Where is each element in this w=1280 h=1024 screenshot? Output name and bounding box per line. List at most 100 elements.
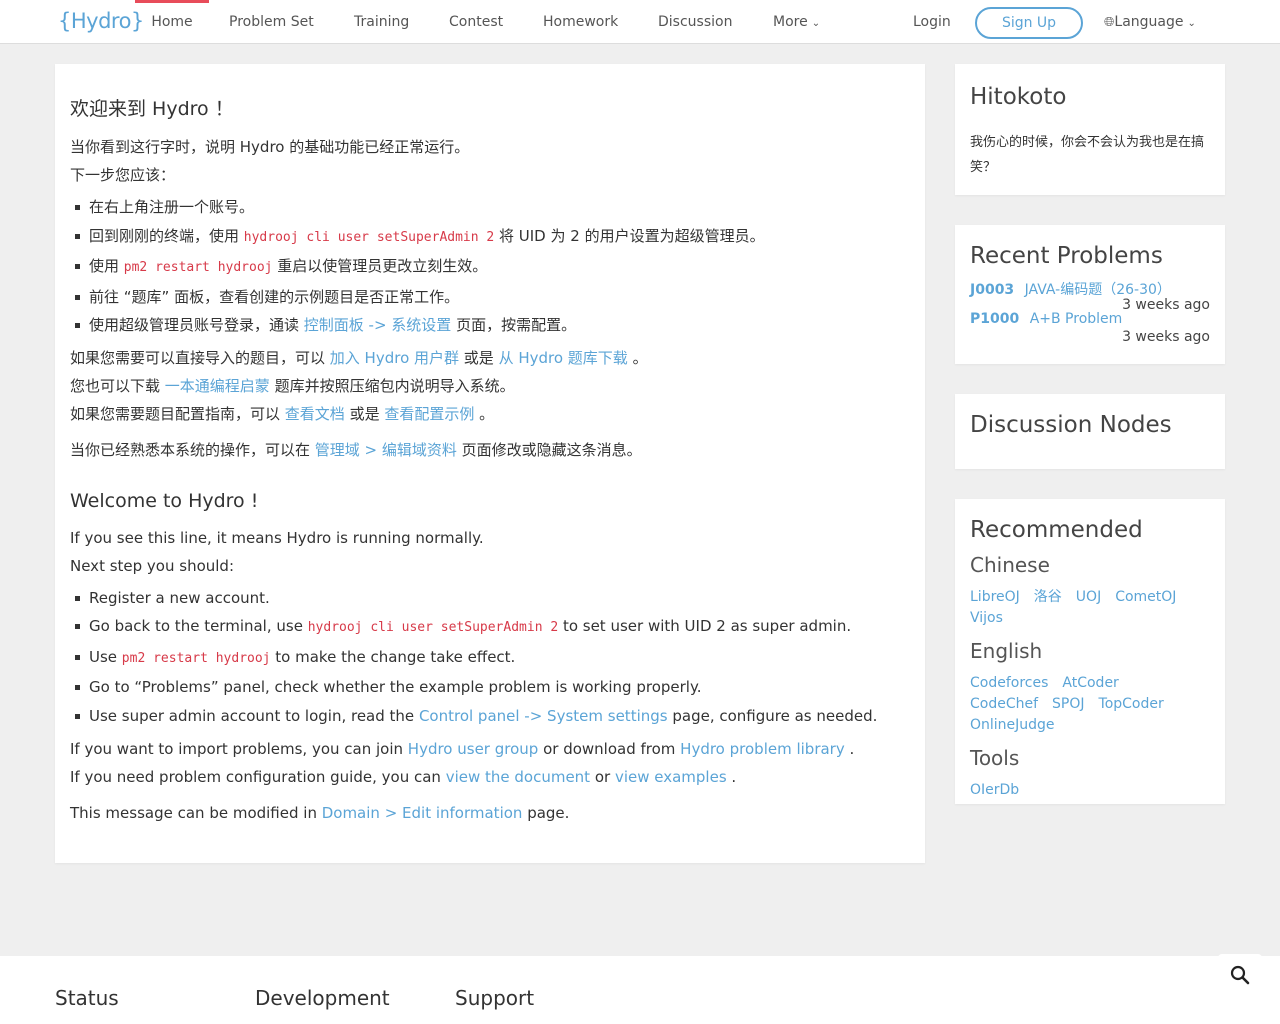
en-modify-text: This message can be modified in Domain >… bbox=[70, 803, 570, 822]
en-intro: If you see this line, it means Hydro is … bbox=[70, 528, 484, 547]
list-item: Go back to the terminal, use hydrooj cli… bbox=[74, 612, 910, 643]
search-icon bbox=[1230, 965, 1250, 985]
list-item: Use super admin account to login, read t… bbox=[74, 702, 910, 731]
language-label: Language bbox=[1114, 14, 1184, 30]
code-snippet: pm2 restart hydrooj bbox=[121, 650, 271, 666]
chevron-down-icon: ⌄ bbox=[1187, 18, 1196, 29]
recommended-tools-heading: Tools bbox=[970, 746, 1020, 770]
nav-training[interactable]: Training bbox=[354, 0, 409, 44]
zh-import-text: 如果您需要可以直接导入的题目，可以 加入 Hydro 用户群 或是 从 Hydr… bbox=[70, 348, 648, 367]
recent-problems-card: Recent Problems J0003 JAVA-编码题（26-30） 3 … bbox=[955, 225, 1225, 364]
link-vijos[interactable]: Vijos bbox=[970, 608, 1003, 629]
link-onlinejudge[interactable]: OnlineJudge bbox=[970, 715, 1055, 736]
discussion-nodes-title: Discussion Nodes bbox=[970, 412, 1172, 438]
footer: Status Development Support bbox=[0, 956, 1280, 1024]
view-docs-link[interactable]: 查看文档 bbox=[285, 405, 345, 423]
list-item: 使用超级管理员账号登录，通读 控制面板 -> 系统设置 页面，按需配置。 bbox=[74, 311, 910, 340]
discussion-nodes-card: Discussion Nodes bbox=[955, 394, 1225, 469]
link-codechef[interactable]: CodeChef bbox=[970, 694, 1038, 715]
list-item: 回到刚刚的终端，使用 hydrooj cli user setSuperAdmi… bbox=[74, 222, 910, 253]
control-panel-link[interactable]: Control panel -> System settings bbox=[419, 707, 668, 725]
recommended-english-links: Codeforces AtCoder CodeChef SPOJ TopCoder Onl… bbox=[970, 673, 1210, 736]
hydro-logo[interactable]: {Hydro} bbox=[58, 9, 144, 33]
recommended-english-heading: English bbox=[970, 639, 1043, 663]
link-oierdb[interactable]: OIerDb bbox=[970, 780, 1019, 801]
zh-welcome-title: 欢迎来到 Hydro ！ bbox=[70, 98, 234, 120]
nav-discussion[interactable]: Discussion bbox=[658, 0, 732, 44]
nav-contest[interactable]: Contest bbox=[449, 0, 503, 44]
code-snippet: hydrooj cli user setSuperAdmin 2 bbox=[307, 620, 559, 635]
domain-edit-info-link[interactable]: Domain > Edit information bbox=[322, 804, 523, 822]
zh-steps-list: 在右上角注册一个账号。 回到刚刚的终端，使用 hydrooj cli user … bbox=[74, 193, 910, 340]
en-next-step: Next step you should: bbox=[70, 556, 235, 575]
zh-download-text: 您也可以下载 一本通编程启蒙 题库并按照压缩包内说明导入系统。 bbox=[70, 376, 515, 395]
problem-id[interactable]: J0003 bbox=[970, 282, 1014, 298]
recommended-card: Recommended Chinese LibreOJ 洛谷 UOJ CometOJ V… bbox=[955, 499, 1225, 804]
code-snippet: pm2 restart hydrooj bbox=[123, 260, 273, 275]
en-import-text: If you want to import problems, you can … bbox=[70, 739, 855, 758]
link-atcoder[interactable]: AtCoder bbox=[1062, 673, 1118, 694]
globe-icon: 🌐︎ bbox=[1104, 15, 1115, 30]
zh-next-step: 下一步您应该： bbox=[70, 166, 176, 184]
list-item: 前往 “题库” 面板，查看创建的示例题目是否正常工作。 bbox=[74, 283, 910, 312]
hitokoto-quote: 我伤心的时候，你会不会认为我也是在搞笑？ bbox=[970, 135, 1205, 175]
chevron-down-icon: ⌄ bbox=[811, 18, 821, 29]
code-snippet: hydrooj cli user setSuperAdmin 2 bbox=[243, 229, 495, 245]
welcome-panel: 欢迎来到 Hydro ！ 当你看到这行字时，说明 Hydro 的基础功能已经正常… bbox=[55, 64, 925, 863]
problem-row[interactable]: P1000 A+B Problem 3 weeks ago bbox=[970, 311, 1210, 345]
problem-title[interactable]: A+B Problem bbox=[1030, 311, 1123, 327]
system-settings-link[interactable]: 控制面板 -> 系统设置 bbox=[304, 316, 452, 334]
link-libreoj[interactable]: LibreOJ bbox=[970, 587, 1020, 608]
sign-up-button[interactable]: Sign Up bbox=[975, 7, 1083, 39]
list-item: Register a new account. bbox=[74, 584, 910, 613]
login-link[interactable]: Login bbox=[913, 0, 951, 44]
recent-problems-title: Recent Problems bbox=[970, 243, 1163, 269]
en-guide-text: If you need problem configuration guide,… bbox=[70, 767, 737, 786]
list-item: 使用 pm2 restart hydrooj 重启以使管理员更改立刻生效。 bbox=[74, 252, 910, 283]
link-spoj[interactable]: SPOJ bbox=[1052, 694, 1084, 715]
list-item: 在右上角注册一个账号。 bbox=[74, 193, 910, 222]
link-uoj[interactable]: UOJ bbox=[1076, 587, 1101, 608]
en-welcome-title: Welcome to Hydro ! bbox=[70, 489, 259, 512]
zh-modify-text: 当你已经熟悉本系统的操作，可以在 管理域 > 编辑域资料 页面修改或隐藏这条消息… bbox=[70, 440, 642, 459]
view-document-link[interactable]: view the document bbox=[446, 768, 590, 786]
nav-problem-set[interactable]: Problem Set bbox=[229, 0, 314, 44]
zh-intro: 当你看到这行字时，说明 Hydro 的基础功能已经正常运行。 bbox=[70, 138, 470, 156]
download-library-link[interactable]: 从 Hydro 题库下载 bbox=[499, 349, 628, 367]
search-button[interactable] bbox=[1218, 954, 1262, 998]
edit-domain-link[interactable]: 管理域 > 编辑域资料 bbox=[315, 441, 457, 459]
problem-id[interactable]: P1000 bbox=[970, 311, 1019, 327]
problem-row[interactable]: J0003 JAVA-编码题（26-30） 3 weeks ago bbox=[970, 279, 1210, 313]
hydro-user-group-link[interactable]: Hydro user group bbox=[408, 740, 539, 758]
nav-home[interactable]: Home bbox=[135, 0, 209, 44]
recommended-tools-links: OIerDb bbox=[970, 780, 1210, 801]
footer-development-heading: Development bbox=[255, 986, 390, 1010]
link-topcoder[interactable]: TopCoder bbox=[1099, 694, 1164, 715]
list-item: Go to “Problems” panel, check whether th… bbox=[74, 673, 910, 702]
nav-more[interactable]: More ⌄ bbox=[773, 0, 820, 44]
list-item: Use pm2 restart hydrooj to make the chan… bbox=[74, 643, 910, 674]
problem-time: 3 weeks ago bbox=[1122, 329, 1210, 345]
hydro-problem-library-link[interactable]: Hydro problem library bbox=[680, 740, 845, 758]
en-steps-list: Register a new account. Go back to the t… bbox=[74, 584, 910, 731]
language-selector[interactable]: 🌐︎Language ⌄ bbox=[1104, 0, 1196, 44]
top-navbar: {Hydro} Home Problem Set Training Contes… bbox=[0, 0, 1280, 44]
footer-support-heading: Support bbox=[455, 986, 535, 1010]
nav-homework[interactable]: Homework bbox=[543, 0, 618, 44]
join-user-group-link[interactable]: 加入 Hydro 用户群 bbox=[330, 349, 459, 367]
problem-title[interactable]: JAVA-编码题（26-30） bbox=[1025, 282, 1171, 298]
hitokoto-card: Hitokoto 我伤心的时候，你会不会认为我也是在搞笑？ bbox=[955, 64, 1225, 195]
link-luogu[interactable]: 洛谷 bbox=[1034, 587, 1062, 608]
yibentong-link[interactable]: 一本通编程启蒙 bbox=[165, 377, 270, 395]
hitokoto-title: Hitokoto bbox=[970, 84, 1067, 110]
nav-more-label: More bbox=[773, 14, 808, 30]
recommended-chinese-links: LibreOJ 洛谷 UOJ CometOJ Vijos bbox=[970, 587, 1210, 629]
recommended-chinese-heading: Chinese bbox=[970, 553, 1050, 577]
recommended-title: Recommended bbox=[970, 517, 1143, 543]
zh-guide-text: 如果您需要题目配置指南，可以 查看文档 或是 查看配置示例 。 bbox=[70, 404, 495, 423]
footer-status-heading: Status bbox=[55, 986, 119, 1010]
link-cometoj[interactable]: CometOJ bbox=[1115, 587, 1176, 608]
link-codeforces[interactable]: Codeforces bbox=[970, 673, 1048, 694]
view-examples-en-link[interactable]: view examples bbox=[615, 768, 727, 786]
view-examples-link[interactable]: 查看配置示例 bbox=[384, 405, 474, 423]
